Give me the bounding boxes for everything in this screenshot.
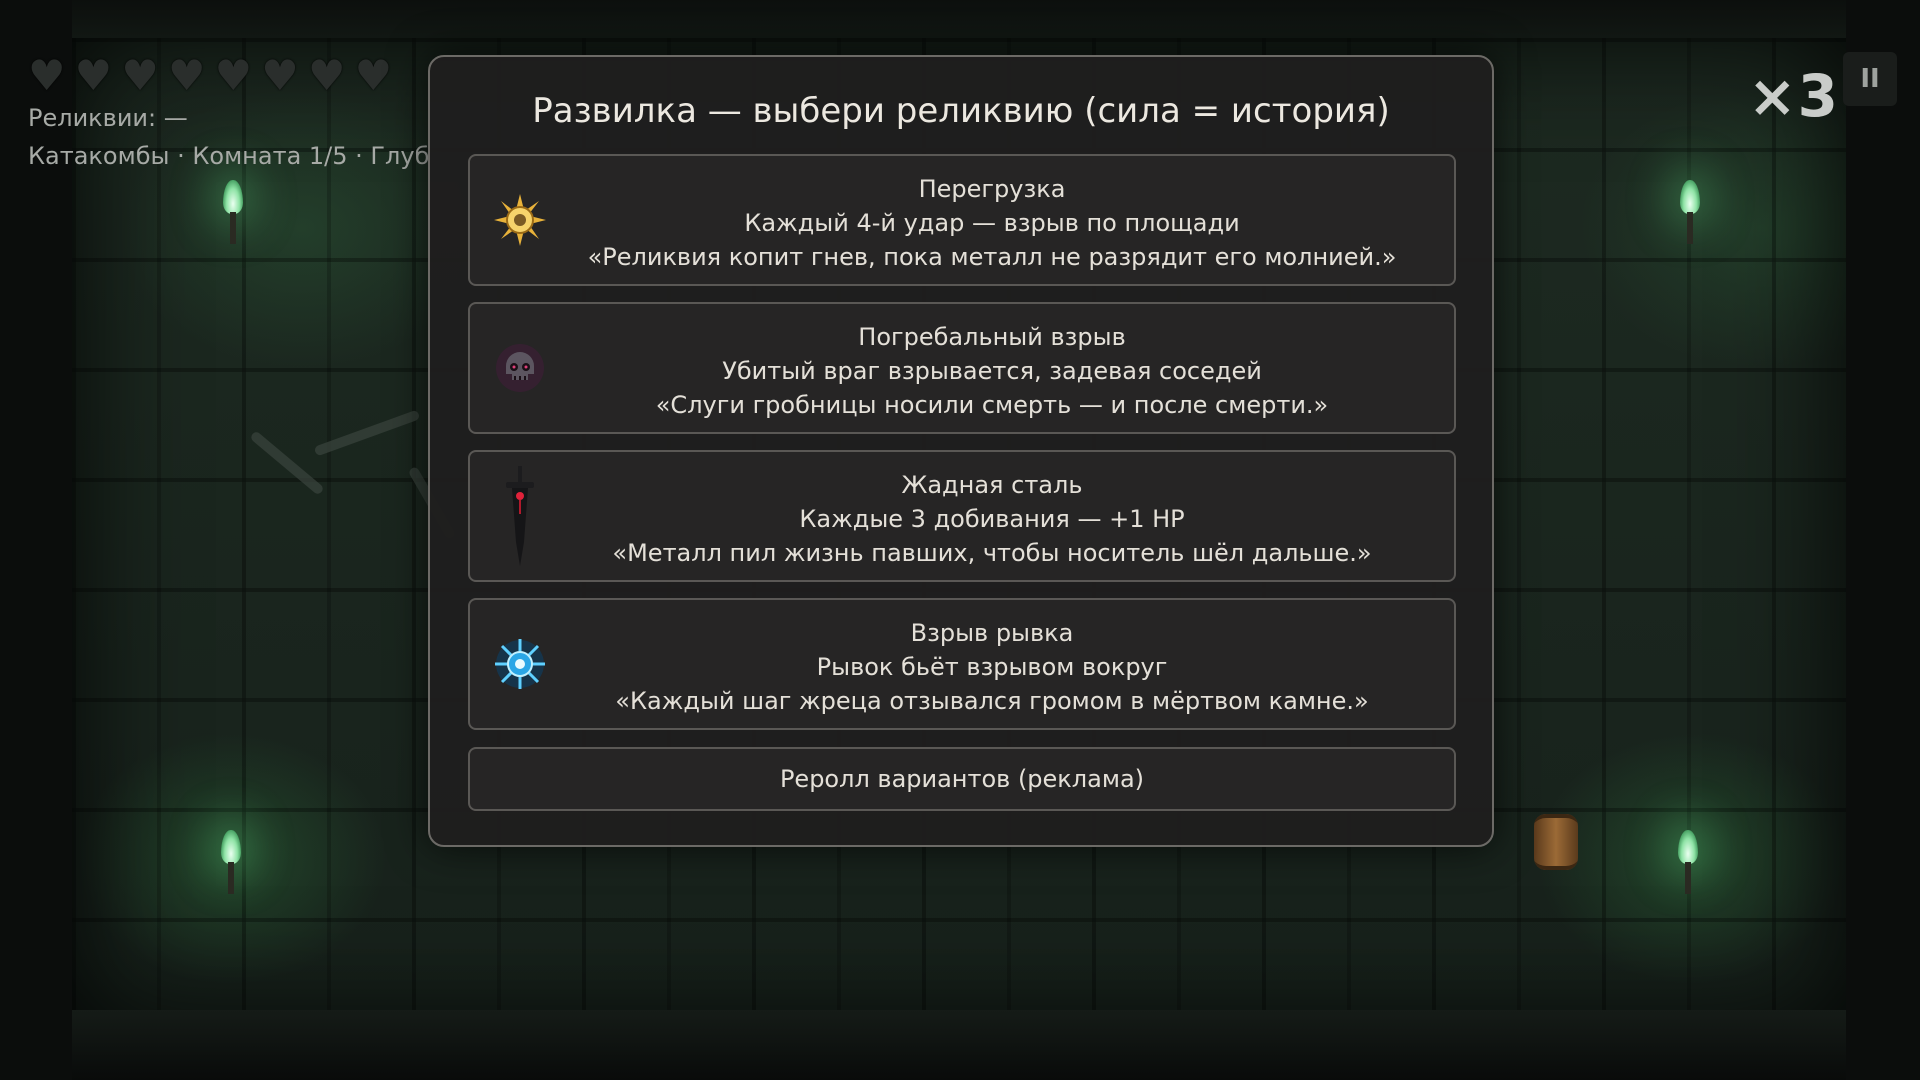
dungeon-wall-bottom [72, 1010, 1846, 1080]
relic-name: Жадная сталь [901, 471, 1083, 499]
relic-name: Перегрузка [918, 175, 1066, 203]
relics-status: Реликвии: — [28, 104, 188, 132]
relic-choice-modal: Развилка — выбери реликвию (сила = истор… [428, 55, 1494, 847]
relic-option-card[interactable]: Взрыв рывка Рывок бьёт взрывом вокруг «К… [468, 598, 1456, 730]
torch-icon [1670, 180, 1710, 250]
barrel-icon[interactable] [1534, 814, 1578, 870]
heart-icon: ♥ [307, 51, 346, 100]
heart-icon: ♥ [167, 51, 206, 100]
pause-button[interactable]: II [1843, 52, 1897, 106]
relic-option-card[interactable]: Перегрузка Каждый 4-й удар — взрыв по пл… [468, 154, 1456, 286]
torch-icon [211, 830, 251, 900]
relic-effect: Каждый 4-й удар — взрыв по площади [744, 209, 1240, 237]
relic-effect: Рывок бьёт взрывом вокруг [816, 653, 1168, 681]
heart-icon: ♥ [214, 51, 253, 100]
reroll-ad-button[interactable]: Реролл вариантов (реклама) [468, 747, 1456, 811]
relic-effect: Каждые 3 добивания — +1 HP [799, 505, 1185, 533]
relic-lore: «Слуги гробницы носили смерть — и после … [655, 391, 1329, 419]
heart-icon: ♥ [28, 51, 66, 100]
relic-name: Погребальный взрыв [858, 323, 1126, 351]
combo-multiplier: ×3 [1748, 62, 1839, 130]
modal-title: Развилка — выбери реликвию (сила = истор… [532, 91, 1390, 131]
heart-icon: ♥ [261, 51, 299, 100]
heart-icon: ♥ [354, 51, 393, 100]
relic-lore: «Реликвия копит гнев, пока металл не раз… [587, 243, 1397, 271]
torch-icon [1668, 830, 1708, 900]
relic-name: Взрыв рывка [910, 619, 1074, 647]
heart-icon: ♥ [121, 51, 159, 100]
location-status: Катакомбы · Комната 1/5 · Глуб [28, 142, 430, 170]
relic-option-card[interactable]: Жадная сталь Каждые 3 добивания — +1 HP … [468, 450, 1456, 582]
relic-lore: «Металл пил жизнь павших, чтобы носитель… [612, 539, 1372, 567]
relic-lore: «Каждый шаг жреца отзывался громом в мёр… [615, 687, 1369, 715]
relic-option-card[interactable]: Погребальный взрыв Убитый враг взрываетс… [468, 302, 1456, 434]
relic-effect: Убитый враг взрывается, задевая соседей [722, 357, 1262, 385]
torch-icon [213, 180, 253, 250]
heart-icon: ♥ [74, 51, 113, 100]
health-hearts: ♥ ♥ ♥ ♥ ♥ ♥ ♥ ♥ [28, 51, 393, 100]
